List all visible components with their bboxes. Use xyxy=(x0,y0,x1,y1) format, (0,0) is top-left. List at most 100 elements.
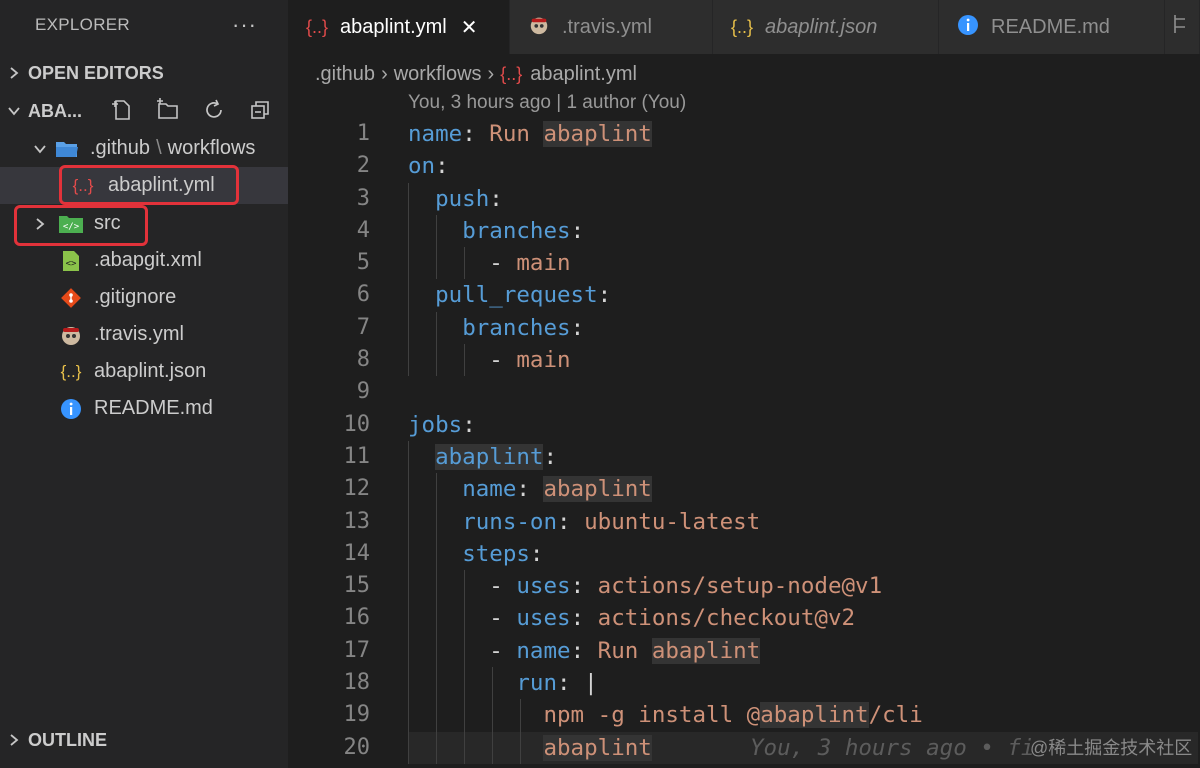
line-number: 18 xyxy=(343,670,371,696)
code-line: branches: xyxy=(408,214,1198,248)
line-number: 2 xyxy=(356,153,370,179)
line-number: 5 xyxy=(356,250,370,276)
new-folder-icon[interactable] xyxy=(154,96,182,124)
file-gitignore-label: .gitignore xyxy=(94,286,177,308)
line-number: 4 xyxy=(356,217,370,243)
highlight-box-abaplint-yml xyxy=(59,165,239,205)
tab-readme[interactable]: README.md xyxy=(939,0,1165,54)
chevron-right-icon xyxy=(0,733,28,747)
chevron-right-icon: › xyxy=(487,62,495,85)
path-separator: \ xyxy=(156,137,162,159)
json-file-icon: {..} xyxy=(60,361,82,381)
breadcrumb-workflows[interactable]: workflows xyxy=(394,63,482,86)
line-number: 1 xyxy=(356,121,370,146)
tab-label: abaplint.json xyxy=(765,15,878,38)
explorer-sidebar: EXPLORER ··· OPEN EDITORS ABA... .github… xyxy=(0,0,288,768)
file-abaplint-json-label: abaplint.json xyxy=(94,360,207,382)
explorer-actions xyxy=(108,96,274,124)
code-line: push: xyxy=(408,182,1198,215)
code-line: name: abaplint xyxy=(408,473,1198,506)
line-number: 17 xyxy=(343,637,371,663)
inline-blame: You, 3 hours ago • fi xyxy=(750,734,1035,761)
line-number: 6 xyxy=(356,282,370,308)
chevron-right-icon: › xyxy=(381,62,388,85)
line-number: 3 xyxy=(356,185,370,211)
breadcrumb-github[interactable]: .github xyxy=(315,63,375,86)
code-line: on: xyxy=(408,153,449,180)
line-number: 9 xyxy=(356,379,370,405)
tree-folder-github-workflows[interactable]: .github \ workflows xyxy=(0,130,288,167)
breadcrumb: .github › workflows › {..} abaplint.yml xyxy=(315,56,637,92)
xml-file-icon: <> xyxy=(58,250,84,272)
tab-overflow[interactable] xyxy=(1165,0,1200,54)
chevron-down-icon xyxy=(0,104,28,118)
collapse-all-icon[interactable] xyxy=(246,96,274,124)
refresh-icon[interactable] xyxy=(200,96,228,124)
tab-label: .travis.yml xyxy=(562,15,652,38)
travis-icon xyxy=(528,14,550,41)
code-line: jobs: xyxy=(408,411,476,438)
line-number: 19 xyxy=(343,702,371,728)
editor-tabs: {..} abaplint.yml ✕ .travis.yml {..} aba… xyxy=(288,0,1200,54)
code-line: branches: xyxy=(408,311,1198,345)
new-file-icon[interactable] xyxy=(108,96,136,124)
code-line: abaplint: xyxy=(408,440,1198,474)
tab-label: README.md xyxy=(991,15,1110,38)
code-editor[interactable]: name: Run abaplint on: push: branches: -… xyxy=(408,118,1198,764)
code-line: run: | xyxy=(408,667,1198,700)
tree-file-abaplint-json[interactable]: {..} abaplint.json xyxy=(0,353,288,390)
code-line: - main xyxy=(408,247,1198,280)
json-file-icon: {..} xyxy=(731,16,754,37)
yaml-file-icon: {..} xyxy=(500,63,523,84)
folder-github-label: .github xyxy=(90,137,151,159)
codelens-blame[interactable]: You, 3 hours ago | 1 author (You) xyxy=(408,92,686,114)
info-icon xyxy=(58,398,84,420)
code-line: runs-on: ubuntu-latest xyxy=(408,505,1198,538)
tree-file-abapgit[interactable]: <> .abapgit.xml xyxy=(0,242,288,279)
line-number: 12 xyxy=(343,476,371,502)
section-open-editors[interactable]: OPEN EDITORS xyxy=(0,55,288,91)
git-icon xyxy=(58,287,84,309)
tree-file-travis[interactable]: .travis.yml xyxy=(0,316,288,353)
section-outline-label: OUTLINE xyxy=(28,729,107,750)
breadcrumb-file[interactable]: abaplint.yml xyxy=(530,63,637,86)
file-readme-label: README.md xyxy=(94,397,213,419)
code-line: - main xyxy=(408,344,1198,377)
section-outline[interactable]: OUTLINE xyxy=(0,722,288,758)
tab-abaplint-json[interactable]: {..} abaplint.json xyxy=(713,0,939,54)
svg-text:<>: <> xyxy=(66,259,77,269)
highlight-box-src xyxy=(14,205,148,246)
more-actions-icon[interactable]: ··· xyxy=(232,12,257,38)
tab-abaplint-yml[interactable]: {..} abaplint.yml ✕ xyxy=(288,0,510,54)
tree-file-gitignore[interactable]: .gitignore xyxy=(0,279,288,316)
line-number: 8 xyxy=(356,347,370,373)
line-number: 20 xyxy=(343,734,371,760)
section-workspace-label: ABA... xyxy=(28,100,82,121)
folder-open-icon xyxy=(54,138,80,160)
yaml-file-icon: {..} xyxy=(306,16,329,37)
file-abapgit-label: .abapgit.xml xyxy=(94,249,202,271)
travis-icon xyxy=(58,324,84,346)
code-line: name: Run abaplint xyxy=(408,121,652,147)
folder-workflows-label: workflows xyxy=(167,137,256,159)
info-icon xyxy=(957,14,979,41)
section-open-editors-label: OPEN EDITORS xyxy=(28,62,164,83)
split-icon xyxy=(1173,13,1189,41)
chevron-down-icon xyxy=(26,142,54,156)
chevron-right-icon xyxy=(0,66,28,80)
tab-travis-yml[interactable]: .travis.yml xyxy=(510,0,713,54)
code-line: - name: Run abaplint xyxy=(408,634,1198,668)
line-number: 16 xyxy=(343,605,371,631)
line-number: 15 xyxy=(343,573,371,599)
line-number-gutter: 1 2 3 4 5 6 7 8 9 10 11 12 13 14 15 16 1… xyxy=(300,118,371,764)
code-line: steps: xyxy=(408,537,1198,571)
watermark: @稀土掘金技术社区 xyxy=(1030,738,1193,758)
code-line: pull_request: xyxy=(408,279,1198,312)
tree-file-readme[interactable]: README.md xyxy=(0,390,288,427)
line-number: 13 xyxy=(343,508,371,534)
code-line: npm -g install @abaplint/cli xyxy=(408,699,1198,732)
close-icon[interactable]: ✕ xyxy=(461,15,478,40)
file-travis-label: .travis.yml xyxy=(94,323,184,345)
line-number: 11 xyxy=(343,443,371,469)
